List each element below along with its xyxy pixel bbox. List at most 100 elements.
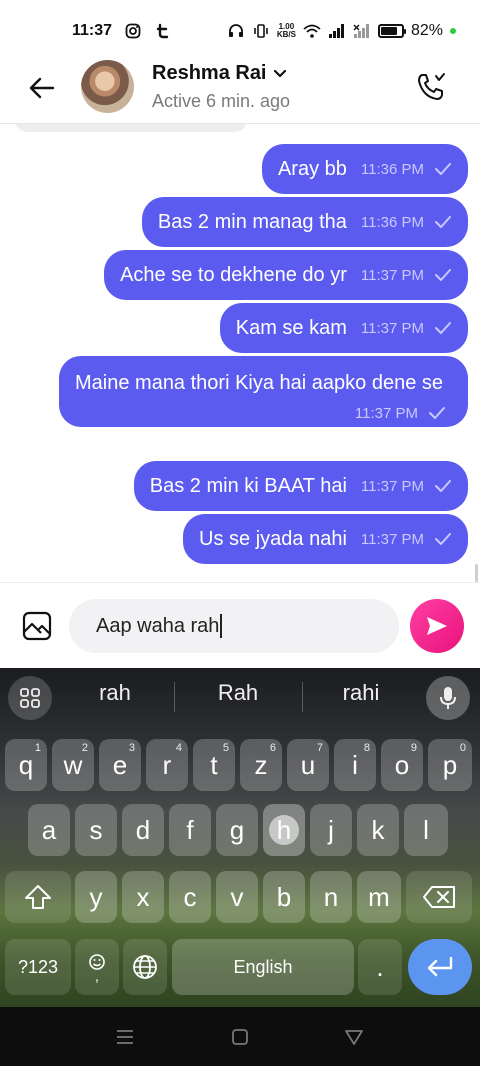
- enter-icon: [427, 956, 453, 977]
- key-t[interactable]: t5: [193, 739, 235, 791]
- message-text: Aray bb: [277, 157, 347, 180]
- voice-input-button[interactable]: [426, 676, 470, 720]
- key-b[interactable]: b: [263, 871, 305, 923]
- image-icon: [22, 611, 52, 641]
- key-i[interactable]: i8: [334, 739, 376, 791]
- avatar[interactable]: [81, 60, 134, 113]
- message-bubble[interactable]: Maine mana thori Kiya hai aapko dene se …: [59, 356, 468, 427]
- scrollbar[interactable]: [475, 564, 478, 582]
- message-time: 11:37 PM: [360, 530, 424, 548]
- recents-button[interactable]: [113, 1025, 137, 1049]
- key-label: ?123: [17, 956, 59, 977]
- back-button[interactable]: [26, 72, 58, 104]
- home-button[interactable]: [228, 1025, 252, 1049]
- key-hint: 3: [128, 742, 135, 754]
- symbols-key[interactable]: ?123: [5, 939, 71, 995]
- check-icon: [435, 216, 451, 228]
- message-bubble[interactable]: Aray bb 11:36 PM: [261, 144, 468, 194]
- key-g[interactable]: g: [216, 804, 258, 856]
- key-u[interactable]: u7: [287, 739, 329, 791]
- key-label: u: [300, 749, 316, 780]
- key-label: q: [18, 749, 34, 780]
- key-a[interactable]: a: [28, 804, 70, 856]
- key-label: g: [229, 814, 245, 845]
- key-label: w: [63, 749, 83, 780]
- key-n[interactable]: n: [310, 871, 352, 923]
- key-y[interactable]: y: [75, 871, 117, 923]
- suggestion-3[interactable]: rahi: [301, 680, 421, 706]
- headphones-icon: [227, 23, 245, 39]
- enter-key[interactable]: [408, 939, 472, 995]
- key-z[interactable]: z6: [240, 739, 282, 791]
- send-button[interactable]: [410, 599, 464, 653]
- shift-key[interactable]: [5, 871, 71, 923]
- suggestion-2[interactable]: Rah: [178, 680, 298, 706]
- contact-name: Reshma Rai: [152, 62, 267, 84]
- key-s[interactable]: s: [75, 804, 117, 856]
- privacy-dot-icon: [450, 28, 456, 34]
- square-icon: [232, 1029, 248, 1045]
- period-key[interactable]: .: [358, 939, 402, 995]
- keyboard-menu-button[interactable]: [8, 676, 52, 720]
- message-bubble[interactable]: Us se jyada nahi 11:37 PM: [183, 514, 468, 564]
- backspace-key[interactable]: [406, 871, 472, 923]
- message-bubble[interactable]: Bas 2 min manag tha 11:36 PM: [141, 197, 468, 247]
- key-r[interactable]: r4: [146, 739, 188, 791]
- key-m[interactable]: m: [357, 871, 401, 923]
- key-v[interactable]: v: [216, 871, 258, 923]
- key-f[interactable]: f: [169, 804, 211, 856]
- message-input-value: Aap waha rah: [96, 614, 220, 637]
- key-w[interactable]: w2: [52, 739, 94, 791]
- gallery-button[interactable]: [20, 609, 54, 643]
- message-time: 11:37 PM: [360, 477, 424, 495]
- space-key[interactable]: English: [172, 939, 354, 995]
- key-l[interactable]: l: [404, 804, 448, 856]
- message-input[interactable]: Aap waha rah: [69, 599, 399, 653]
- key-label: j: [328, 814, 334, 845]
- key-label: l: [423, 814, 429, 845]
- key-label: n: [323, 881, 339, 912]
- key-label: d: [135, 814, 151, 845]
- chat-header: Reshma Rai Active 6 min. ago: [0, 56, 480, 124]
- key-label: o: [394, 749, 410, 780]
- key-e[interactable]: e3: [99, 739, 141, 791]
- key-j[interactable]: j: [310, 804, 352, 856]
- message-text: Kam se kam: [235, 316, 347, 339]
- key-hint: 4: [175, 742, 182, 754]
- backspace-icon: [423, 886, 455, 908]
- key-x[interactable]: x: [122, 871, 164, 923]
- key-label: b: [276, 881, 292, 912]
- key-label: a: [41, 814, 57, 845]
- key-h[interactable]: h: [263, 804, 305, 856]
- message-bubble[interactable]: Ache se to dekhene do yr 11:37 PM: [104, 250, 468, 300]
- key-label: y: [89, 881, 103, 912]
- back-nav-button[interactable]: [342, 1025, 366, 1049]
- contact-name-button[interactable]: Reshma Rai: [152, 62, 287, 85]
- netspeed-indicator: 1.00 KB/S: [277, 23, 296, 39]
- check-icon: [435, 480, 451, 492]
- check-icon: [429, 407, 445, 419]
- key-c[interactable]: c: [169, 871, 211, 923]
- message-time: 11:37 PM: [360, 319, 424, 337]
- message-bubble[interactable]: Bas 2 min ki BAAT hai 11:37 PM: [133, 461, 468, 511]
- key-q[interactable]: q1: [5, 739, 47, 791]
- suggestion-1[interactable]: rah: [55, 680, 175, 706]
- vibrate-icon: [252, 23, 270, 39]
- message-time: 11:37 PM: [354, 404, 418, 422]
- key-k[interactable]: k: [357, 804, 399, 856]
- key-d[interactable]: d: [122, 804, 164, 856]
- microphone-icon: [440, 687, 456, 709]
- suggestion-strip: rah Rah rahi: [0, 668, 480, 726]
- language-key[interactable]: [123, 939, 167, 995]
- message-bubble[interactable]: Kam se kam 11:37 PM: [219, 303, 468, 353]
- key-p[interactable]: p0: [428, 739, 472, 791]
- key-hint: 7: [316, 742, 323, 754]
- key-label: i: [352, 749, 358, 780]
- shift-icon: [25, 885, 51, 909]
- message-list[interactable]: Aray bb 11:36 PM Bas 2 min manag tha 11:…: [0, 124, 480, 582]
- netspeed-unit: KB/S: [276, 30, 296, 39]
- message-text: Bas 2 min ki BAAT hai: [149, 474, 347, 497]
- key-o[interactable]: o9: [381, 739, 423, 791]
- emoji-key[interactable]: ,: [75, 939, 119, 995]
- call-button[interactable]: [412, 68, 450, 106]
